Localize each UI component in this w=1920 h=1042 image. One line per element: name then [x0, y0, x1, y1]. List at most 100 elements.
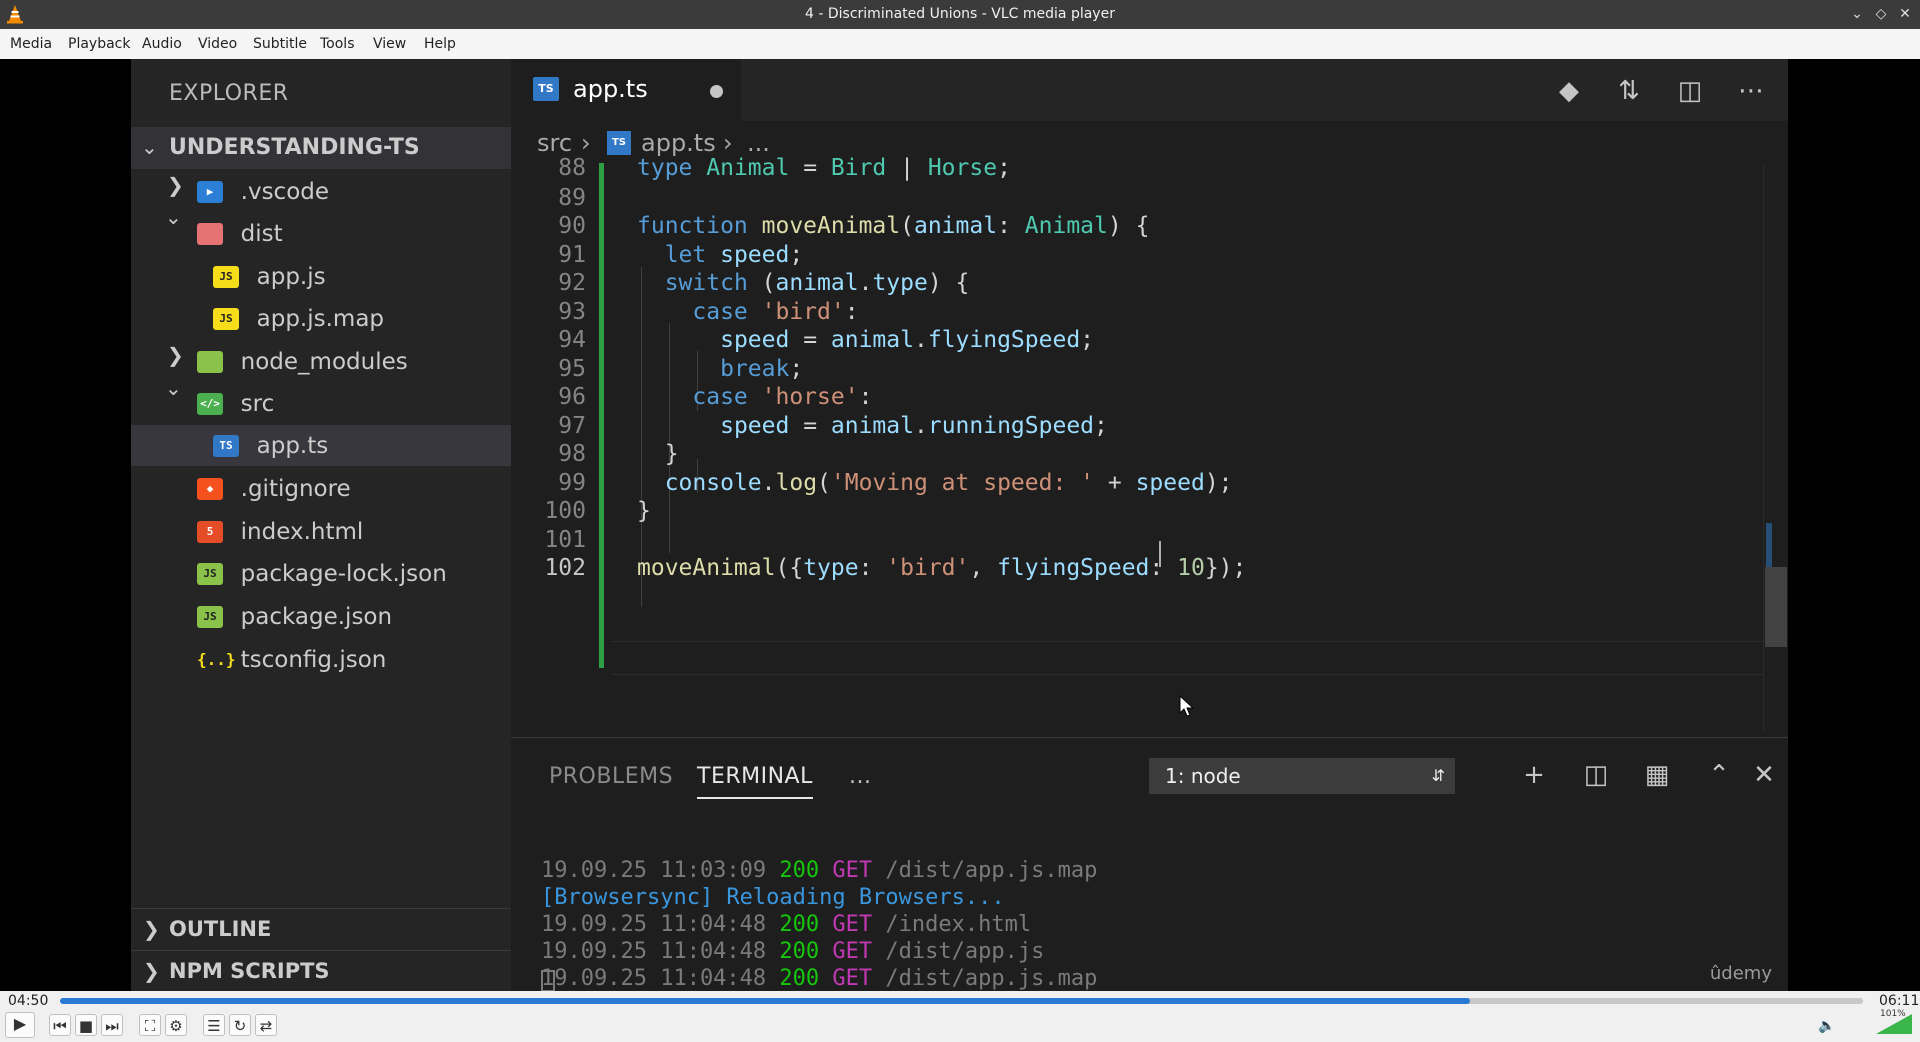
outline-section: ❯ OUTLINE [131, 908, 511, 951]
folder-src-icon: </> [197, 393, 223, 415]
window-title: 4 - Discriminated Unions - VLC media pla… [805, 6, 1115, 22]
npm-scripts-section: ❯ NPM SCRIPTS [131, 950, 511, 991]
terminal-line: 19.09.25 11:04:48 200 GET /dist/app.js.m… [541, 966, 1098, 991]
menu-audio[interactable]: Audio [142, 36, 182, 52]
code-line: speed = animal.runningSpeed; [720, 413, 1108, 439]
split-editor-icon: ◫ [1677, 76, 1703, 106]
line-number-current: 102 [544, 555, 586, 581]
player-controls: 04:50 06:11 ▶ ⏮ ■ ⏭ ⛶ ⚙ ☰ ↻ ⇄ 🔈 101% [0, 991, 1920, 1042]
line-number: 97 [558, 413, 586, 439]
minimize-icon[interactable]: ⌄ [1848, 5, 1866, 23]
tree-item: 5 index.html [197, 511, 363, 551]
split-terminal-icon: ◫ [1583, 760, 1609, 790]
line-number: 90 [558, 213, 586, 239]
breadcrumb-more: ... [747, 129, 770, 157]
code-line: switch (animal.type) { [664, 270, 970, 296]
js-map-file-icon: JS [213, 308, 239, 330]
tree-item-label: dist [240, 221, 283, 247]
scrollbar-thumb[interactable] [1765, 567, 1787, 647]
playlist-button[interactable]: ☰ [203, 1014, 225, 1036]
shuffle-button[interactable]: ⇄ [255, 1014, 277, 1036]
menu-subtitle[interactable]: Subtitle [253, 36, 307, 52]
ts-file-icon: TS [607, 131, 631, 155]
terminal-select-value: 1: node [1165, 764, 1241, 788]
speaker-icon[interactable]: 🔈 [1818, 1018, 1835, 1034]
tree-item-label: app.js.map [256, 306, 385, 332]
chevron-right-icon: › [581, 129, 591, 157]
project-root-label: UNDERSTANDING-TS [169, 135, 420, 160]
tree-item-label: src [240, 391, 275, 417]
git-compare-icon: ◆ [1559, 76, 1579, 106]
terminal-line: [Browsersync] Reloading Browsers... [541, 885, 1005, 910]
breadcrumb-folder: src [537, 129, 573, 157]
menu-help[interactable]: Help [424, 36, 456, 52]
tree-item-selected: TS app.ts [213, 425, 328, 465]
tree-item: ◆ .gitignore [197, 468, 351, 508]
js-file-icon: JS [213, 266, 239, 288]
menu-video[interactable]: Video [198, 36, 237, 52]
line-number: 99 [558, 470, 586, 496]
loop-button[interactable]: ↻ [229, 1014, 251, 1036]
trash-icon: ▦ [1644, 760, 1670, 790]
line-number: 100 [544, 498, 586, 524]
line-number: 101 [544, 527, 586, 553]
play-button[interactable]: ▶ [5, 1012, 35, 1038]
line-number: 88 [558, 155, 586, 181]
npm-scripts-label: NPM SCRIPTS [169, 959, 330, 983]
vscode-window: EXPLORER ⌄ UNDERSTANDING-TS ❯ ▶ .vscode … [131, 59, 1788, 991]
tree-item: </> src [197, 383, 274, 423]
text-cursor [1159, 541, 1161, 567]
explorer-sidebar: EXPLORER ⌄ UNDERSTANDING-TS ❯ ▶ .vscode … [131, 59, 511, 991]
seek-slider[interactable] [60, 998, 1863, 1004]
folder-node-icon [197, 351, 223, 373]
chevron-right-icon: ❯ [143, 959, 160, 983]
maximize-icon[interactable]: ◇ [1872, 5, 1890, 23]
extended-settings-button[interactable]: ⚙ [165, 1014, 187, 1036]
tree-item: JS app.js.map [213, 298, 384, 338]
tab-app-ts: TS app.ts [511, 59, 741, 121]
line-number: 96 [558, 384, 586, 410]
line-number: 94 [558, 327, 586, 353]
tree-item-label: .gitignore [240, 476, 351, 502]
menu-playback[interactable]: Playback [68, 36, 130, 52]
close-icon[interactable]: ✕ [1896, 5, 1914, 23]
seek-progress [60, 998, 1470, 1004]
line-number: 91 [558, 242, 586, 268]
tree-item-label: app.js [256, 264, 326, 290]
code-line: case 'bird': [692, 299, 859, 325]
tree-item-label: .vscode [240, 179, 330, 205]
more-actions-icon: ⋯ [1738, 76, 1764, 106]
code-editor[interactable]: 88 89 90 91 92 93 94 95 96 97 98 99 100 … [511, 155, 1788, 733]
code-line: type Animal = Bird | Horse; [637, 155, 1011, 181]
tree-item-label: index.html [240, 519, 364, 545]
bottom-panel: PROBLEMS TERMINAL ... 1: node ⇵ + ◫ ▦ ⌃ … [511, 737, 1788, 991]
ts-file-icon: TS [213, 435, 239, 457]
tree-item-label: package.json [240, 604, 393, 630]
git-file-icon: ◆ [197, 478, 223, 500]
stop-button[interactable]: ■ [75, 1014, 97, 1036]
terminal-line: 19.09.25 11:03:09 200 GET /dist/app.js.m… [541, 858, 1098, 883]
tree-item-label: node_modules [240, 349, 408, 375]
menu-media[interactable]: Media [10, 36, 52, 52]
tree-item: dist [197, 213, 283, 253]
tab-bar: TS app.ts ◆ ⇅ ◫ ⋯ [511, 59, 1788, 121]
video-area[interactable]: EXPLORER ⌄ UNDERSTANDING-TS ❯ ▶ .vscode … [0, 59, 1920, 991]
select-arrows-icon: ⇵ [1431, 766, 1445, 785]
terminal-line: 19.09.25 11:04:48 200 GET /dist/app.js [541, 939, 1045, 964]
editor-scrollbar[interactable] [1763, 163, 1788, 733]
node-json-file-icon: JS [197, 606, 223, 628]
tab-label: app.ts [573, 75, 648, 103]
previous-button[interactable]: ⏮ [49, 1014, 71, 1036]
plus-icon: + [1523, 760, 1545, 790]
ts-file-icon: TS [533, 77, 559, 101]
code-line: moveAnimal({type: 'bird', flyingSpeed: 1… [637, 555, 1247, 581]
fullscreen-button[interactable]: ⛶ [139, 1014, 161, 1036]
editor-area: TS app.ts ◆ ⇅ ◫ ⋯ src › TS app.ts › ... [511, 59, 1788, 991]
menu-tools[interactable]: Tools [320, 36, 355, 52]
chevron-right-icon: ❯ [143, 917, 160, 941]
tab-terminal: TERMINAL [697, 764, 813, 799]
next-button[interactable]: ⏭ [101, 1014, 123, 1036]
menu-view[interactable]: View [373, 36, 406, 52]
code-line: console.log('Moving at speed: ' + speed)… [664, 470, 1233, 496]
mouse-pointer-icon [1179, 695, 1195, 717]
